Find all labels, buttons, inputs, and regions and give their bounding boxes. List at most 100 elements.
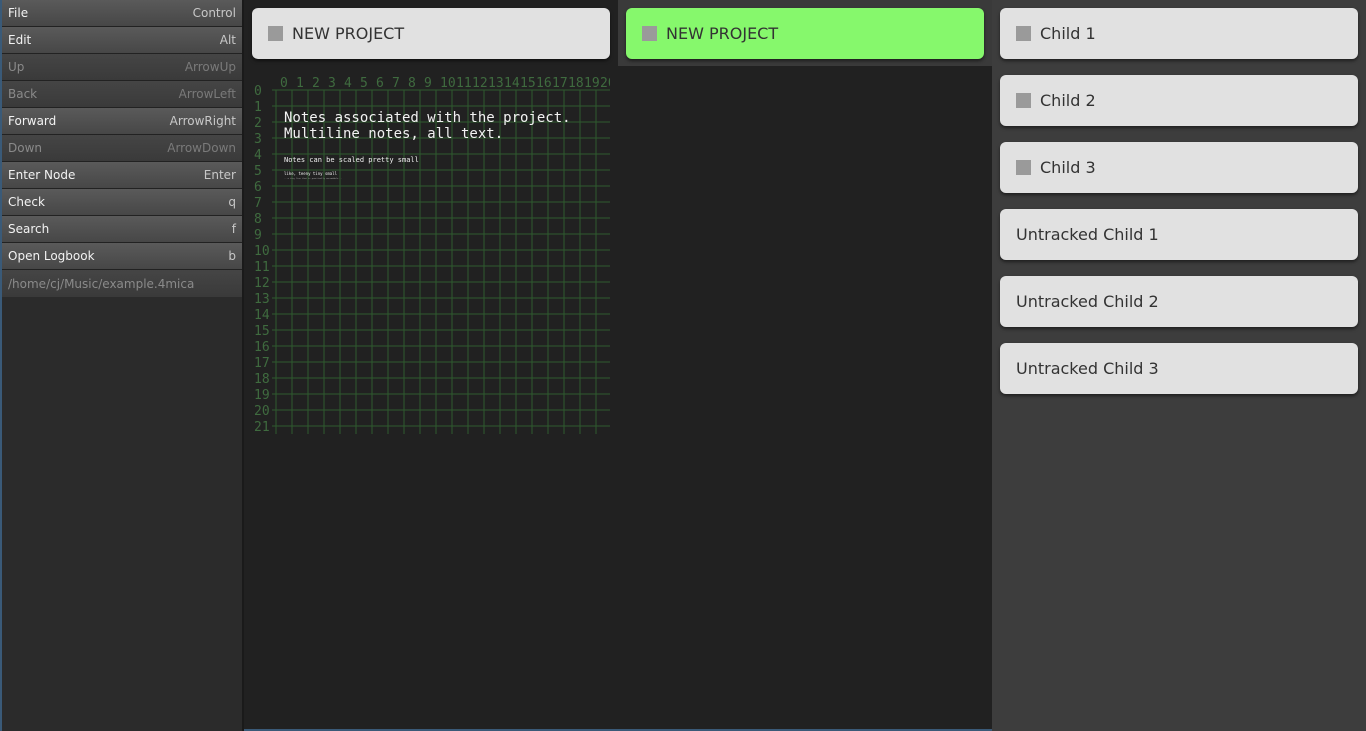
grid-column-label: 0	[280, 76, 288, 91]
checkbox-icon[interactable]	[1016, 26, 1031, 41]
menu-forward[interactable]: Forward ArrowRight	[2, 108, 242, 135]
menu-search[interactable]: Search f	[2, 216, 242, 243]
menu-label: Down	[8, 141, 43, 155]
note-line: ...a tiny line that is practically unrea…	[284, 178, 342, 180]
grid-column-label: 20	[600, 76, 610, 91]
grid-row-label: 13	[254, 292, 270, 307]
menu-label: Search	[8, 222, 50, 236]
menu-shortcut: Alt	[219, 33, 236, 47]
menu-up[interactable]: Up ArrowUp	[2, 54, 242, 81]
node-title: Child 3	[1040, 158, 1096, 177]
menu-label: Open Logbook	[8, 249, 95, 263]
grid-column-label: 15	[520, 76, 536, 91]
menu-open-logbook[interactable]: Open Logbook b	[2, 243, 242, 270]
grid-column-label: 16	[536, 76, 552, 91]
grid-column-label: 8	[408, 76, 416, 91]
note-line: Multiline notes, all text.	[284, 126, 504, 142]
grid-row-label: 5	[254, 164, 262, 179]
child-card[interactable]: Untracked Child 2	[1000, 276, 1358, 327]
menu-edit[interactable]: Edit Alt	[2, 27, 242, 54]
sidebar: File Control Edit Alt Up ArrowUp Back Ar…	[2, 0, 244, 731]
node-title: Untracked Child 3	[1016, 359, 1159, 378]
node-title: Untracked Child 1	[1016, 225, 1159, 244]
child-card[interactable]: Untracked Child 3	[1000, 343, 1358, 394]
checkbox-icon[interactable]	[1016, 160, 1031, 175]
menu-label: Forward	[8, 114, 57, 128]
grid-column-label: 7	[392, 76, 400, 91]
menu-shortcut: f	[231, 222, 236, 236]
grid-row-label: 14	[254, 308, 270, 323]
menu-shortcut: Control	[192, 6, 236, 20]
grid-row-label: 6	[254, 180, 262, 195]
menu-label: File	[8, 6, 29, 20]
current-node-card[interactable]: NEW PROJECT	[626, 8, 984, 59]
grid-row-label: 15	[254, 324, 270, 339]
menu-shortcut: ArrowUp	[184, 60, 236, 74]
note-line: like, teeny tiny small	[284, 171, 337, 176]
grid-row-label: 18	[254, 372, 270, 387]
grid-column-label: 4	[344, 76, 352, 91]
grid-column-label: 19	[584, 76, 600, 91]
grid-column-label: 13	[488, 76, 504, 91]
grid-column-label: 3	[328, 76, 336, 91]
grid-column-label: 18	[568, 76, 584, 91]
node-title: Child 1	[1040, 24, 1096, 43]
checkbox-icon[interactable]	[268, 26, 283, 41]
menu-enter-node[interactable]: Enter Node Enter	[2, 162, 242, 189]
grid-column-label: 14	[504, 76, 520, 91]
menu-shortcut: ArrowLeft	[178, 87, 236, 101]
grid-row-label: 8	[254, 212, 262, 227]
note-line: Notes can be scaled pretty small	[284, 156, 419, 164]
child-card[interactable]: Child 1	[1000, 8, 1358, 59]
menu-file[interactable]: File Control	[2, 0, 242, 27]
menu-shortcut: ArrowRight	[169, 114, 236, 128]
menu-check[interactable]: Check q	[2, 189, 242, 216]
menu-label: Check	[8, 195, 45, 209]
menu-label: Edit	[8, 33, 32, 47]
child-card[interactable]: Child 2	[1000, 75, 1358, 126]
grid-column-label: 6	[376, 76, 384, 91]
grid-row-label: 9	[254, 228, 262, 243]
grid-column-label: 2	[312, 76, 320, 91]
grid-row-label: 21	[254, 420, 270, 434]
grid-column-label: 12	[472, 76, 488, 91]
node-title: NEW PROJECT	[292, 24, 405, 43]
menu-back[interactable]: Back ArrowLeft	[2, 81, 242, 108]
grid-row-label: 16	[254, 340, 270, 355]
grid-column-label: 9	[424, 76, 432, 91]
child-card[interactable]: Child 3	[1000, 142, 1358, 193]
file-path: /home/cj/Music/example.4mica	[2, 270, 242, 297]
child-card[interactable]: Untracked Child 1	[1000, 209, 1358, 260]
grid-column-label: 10	[440, 76, 456, 91]
parent-node-card[interactable]: NEW PROJECT	[252, 8, 610, 59]
grid-row-label: 12	[254, 276, 270, 291]
menu-label: Up	[8, 60, 25, 74]
grid-column-label: 5	[360, 76, 368, 91]
grid-row-label: 17	[254, 356, 270, 371]
node-title: Untracked Child 2	[1016, 292, 1159, 311]
menu-shortcut: Enter	[203, 168, 236, 182]
menu-down[interactable]: Down ArrowDown	[2, 135, 242, 162]
grid-row-label: 4	[254, 148, 262, 163]
grid-row-label: 19	[254, 388, 270, 403]
notes-canvas[interactable]: 0123456789101112131415161718192001234567…	[252, 72, 610, 434]
grid-row-label: 0	[254, 84, 262, 99]
grid-row-label: 1	[254, 100, 262, 115]
node-title: Child 2	[1040, 91, 1096, 110]
node-title: NEW PROJECT	[666, 24, 779, 43]
note-line: Notes associated with the project.	[284, 110, 571, 126]
checkbox-icon[interactable]	[1016, 93, 1031, 108]
grid-row-label: 11	[254, 260, 270, 275]
grid-row-label: 3	[254, 132, 262, 147]
grid-column-label: 17	[552, 76, 568, 91]
grid-column-label: 11	[456, 76, 472, 91]
menu-shortcut: q	[228, 195, 236, 209]
grid-row-label: 10	[254, 244, 270, 259]
checkbox-icon[interactable]	[642, 26, 657, 41]
grid-column-label: 1	[296, 76, 304, 91]
menu-label: Back	[8, 87, 38, 101]
menu-shortcut: b	[228, 249, 236, 263]
menu-label: Enter Node	[8, 168, 76, 182]
grid-row-label: 2	[254, 116, 262, 131]
grid-row-label: 20	[254, 404, 270, 419]
